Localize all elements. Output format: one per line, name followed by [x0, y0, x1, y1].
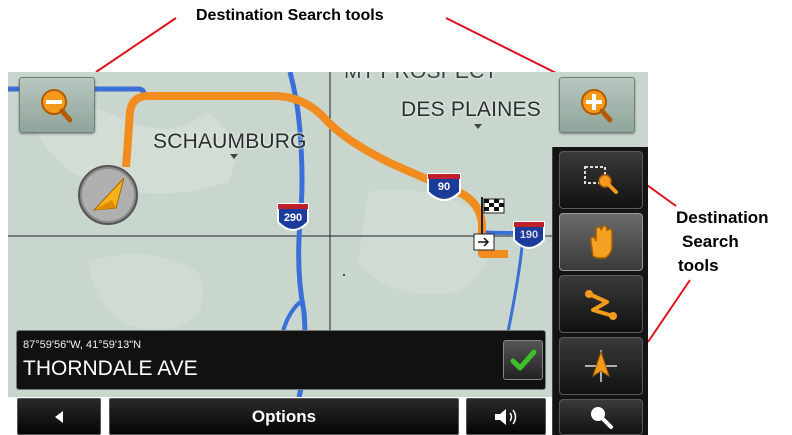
area-search-button[interactable] [559, 151, 643, 209]
callout-top-label: Destination Search tools [196, 7, 384, 24]
callout-line-right-top [445, 17, 567, 79]
callout-right-line3: tools [678, 256, 719, 275]
options-label: Options [251, 406, 317, 426]
highway-label: 90 [437, 181, 451, 193]
speaker-volume-icon [495, 408, 517, 425]
magnifier-minus-icon [41, 89, 73, 123]
city-label: DES PLAINES [401, 98, 541, 121]
destination-search-toolbar [552, 147, 648, 435]
location-info-bar: 87°59'56"W, 41°59'13"N THORNDALE AVE [16, 330, 546, 390]
callout-line-right-bottom [647, 279, 691, 343]
magnifier-plus-icon [581, 89, 613, 123]
confirm-button[interactable] [503, 340, 543, 380]
volume-button[interactable] [466, 398, 546, 435]
highway-label: 190 [519, 229, 539, 241]
magnifier-icon [591, 407, 613, 429]
city-label: MT PROSPECT [344, 72, 498, 84]
route-button[interactable] [559, 275, 643, 333]
select-area-search-icon [584, 166, 618, 194]
hand-pan-icon [590, 225, 613, 259]
street-name-text: THORNDALE AVE [23, 357, 198, 380]
navigation-screen: 290 90 190 SCHAUMBURG DES PLAINES MT PRO… [8, 72, 648, 435]
callout-line-left [95, 17, 177, 73]
compass-arrow-icon [585, 350, 617, 382]
callout-right-line2: Search [682, 232, 739, 251]
route-icon [585, 290, 617, 320]
coordinates-text: 87°59'56"W, 41°59'13"N [23, 339, 142, 351]
back-arrow-icon [55, 410, 63, 423]
zoom-out-button[interactable] [19, 77, 95, 133]
pan-button[interactable] [559, 213, 643, 271]
bottom-toolbar: Options [8, 397, 552, 435]
position-button[interactable] [559, 337, 643, 395]
back-button[interactable] [17, 398, 101, 435]
options-button[interactable]: Options [109, 398, 459, 435]
callout-right-label: Destination Search tools [676, 206, 769, 278]
search-button[interactable] [559, 399, 643, 435]
zoom-in-button[interactable] [559, 77, 635, 133]
city-label: SCHAUMBURG [153, 130, 307, 153]
figure: Destination Search tools Destination Sea… [0, 0, 792, 435]
vehicle-arrow-icon [76, 164, 140, 226]
callout-right-line1: Destination [676, 208, 769, 227]
checkmark-icon [510, 349, 537, 371]
highway-label: 290 [283, 212, 303, 224]
